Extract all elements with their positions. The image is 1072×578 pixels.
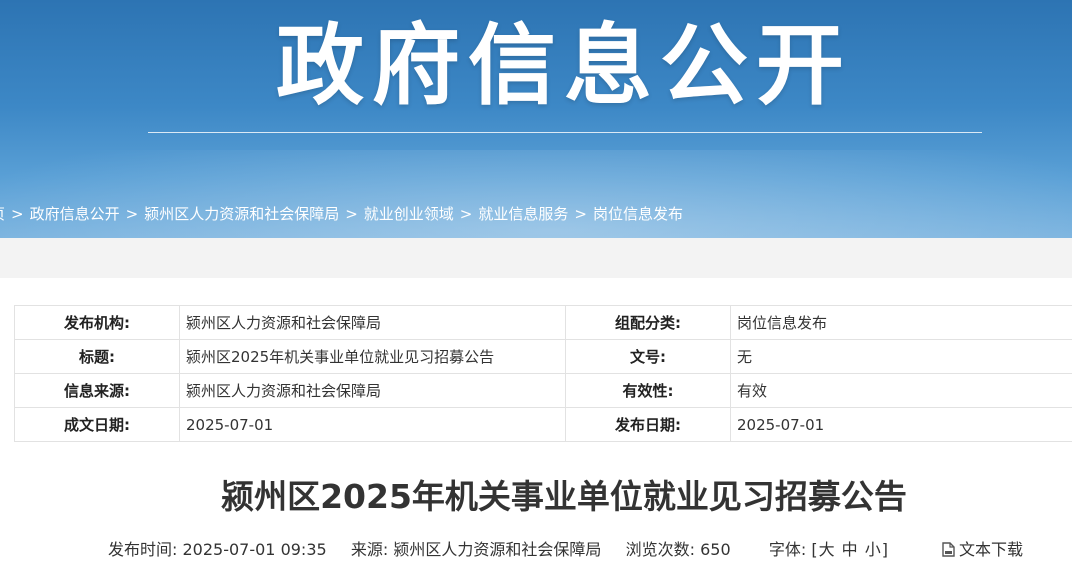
breadcrumb-home[interactable]: 页 (0, 205, 5, 223)
breadcrumb-separator: > (459, 205, 473, 223)
breadcrumb-employment[interactable]: 就业创业领域 (364, 205, 454, 223)
text-download-button[interactable]: 文本下载 (942, 538, 1023, 562)
font-size-label: 字体: (768, 540, 807, 559)
info-label-publish-date: 发布日期: (565, 407, 731, 442)
breadcrumb-separator: > (11, 205, 24, 223)
info-label-validity: 有效性: (565, 373, 731, 408)
table-row: 标题: 颍州区2025年机关事业单位就业见习招募公告 文号: 无 (14, 339, 1072, 374)
publish-time-value: 2025-07-01 09:35 (182, 540, 327, 559)
breadcrumb: 页 > 政府信息公开 > 颍州区人力资源和社会保障局 > 就业创业领域 > 就业信息服务 > 岗位信… (0, 202, 683, 226)
info-label-doc-number: 文号: (565, 339, 731, 374)
table-row: 信息来源: 颍州区人力资源和社会保障局 有效性: 有效 (14, 373, 1072, 408)
breadcrumb-job-posting[interactable]: 岗位信息发布 (593, 205, 683, 223)
font-size-large[interactable]: 大 (819, 540, 835, 559)
document-icon (942, 542, 955, 557)
breadcrumb-gov-info[interactable]: 政府信息公开 (30, 205, 120, 223)
views-count: 650 (700, 540, 731, 559)
info-value-title: 颍州区2025年机关事业单位就业见习招募公告 (179, 339, 566, 374)
source-value: 颍州区人力资源和社会保障局 (393, 540, 602, 559)
info-label-category: 组配分类: (565, 305, 731, 340)
font-size-small[interactable]: 小 (865, 540, 881, 559)
font-bracket-open: [ (811, 540, 818, 559)
breadcrumb-separator: > (125, 205, 139, 223)
info-label-title: 标题: (14, 339, 180, 374)
info-value-publisher: 颍州区人力资源和社会保障局 (179, 305, 566, 340)
article-title: 颍州区2025年机关事业单位就业见习招募公告 (221, 477, 907, 516)
breadcrumb-employment-service[interactable]: 就业信息服务 (478, 205, 568, 223)
font-bracket-close: ] (881, 540, 889, 559)
text-download-label: 文本下载 (959, 540, 1024, 559)
breadcrumb-separator: > (574, 205, 587, 223)
views-label: 浏览次数: (625, 540, 695, 559)
info-value-source: 颍州区人力资源和社会保障局 (179, 373, 566, 408)
info-value-doc-number: 无 (730, 339, 1072, 374)
header-banner: 政府信息公开 页 > 政府信息公开 > 颍州区人力资源和社会保障局 > 就业创业领域 > 就业信… (0, 0, 1072, 238)
breadcrumb-bureau[interactable]: 颍州区人力资源和社会保障局 (144, 205, 339, 223)
info-value-category: 岗位信息发布 (730, 305, 1072, 340)
info-label-source: 信息来源: (14, 373, 180, 408)
banner-divider (148, 132, 982, 133)
info-value-validity: 有效 (730, 373, 1072, 408)
info-label-publisher: 发布机构: (14, 305, 180, 340)
info-label-written-date: 成文日期: (14, 407, 180, 442)
info-value-publish-date: 2025-07-01 (730, 407, 1072, 442)
table-row: 成文日期: 2025-07-01 发布日期: 2025-07-01 (14, 407, 1072, 442)
font-size-medium[interactable]: 中 (842, 540, 858, 559)
source-label: 来源: (350, 540, 389, 559)
info-value-written-date: 2025-07-01 (179, 407, 566, 442)
content-top-band (0, 238, 1072, 278)
banner-title: 政府信息公开 (275, 14, 852, 117)
publish-time-label: 发布时间: (108, 540, 178, 559)
breadcrumb-separator: > (345, 205, 358, 223)
document-info-table: 发布机构: 颍州区人力资源和社会保障局 组配分类: 岗位信息发布 标题: 颍州区… (14, 305, 1072, 442)
table-row: 发布机构: 颍州区人力资源和社会保障局 组配分类: 岗位信息发布 (14, 305, 1072, 340)
article-meta: 发布时间: 2025-07-01 09:35 来源: 颍州区人力资源和社会保障局… (108, 538, 888, 562)
